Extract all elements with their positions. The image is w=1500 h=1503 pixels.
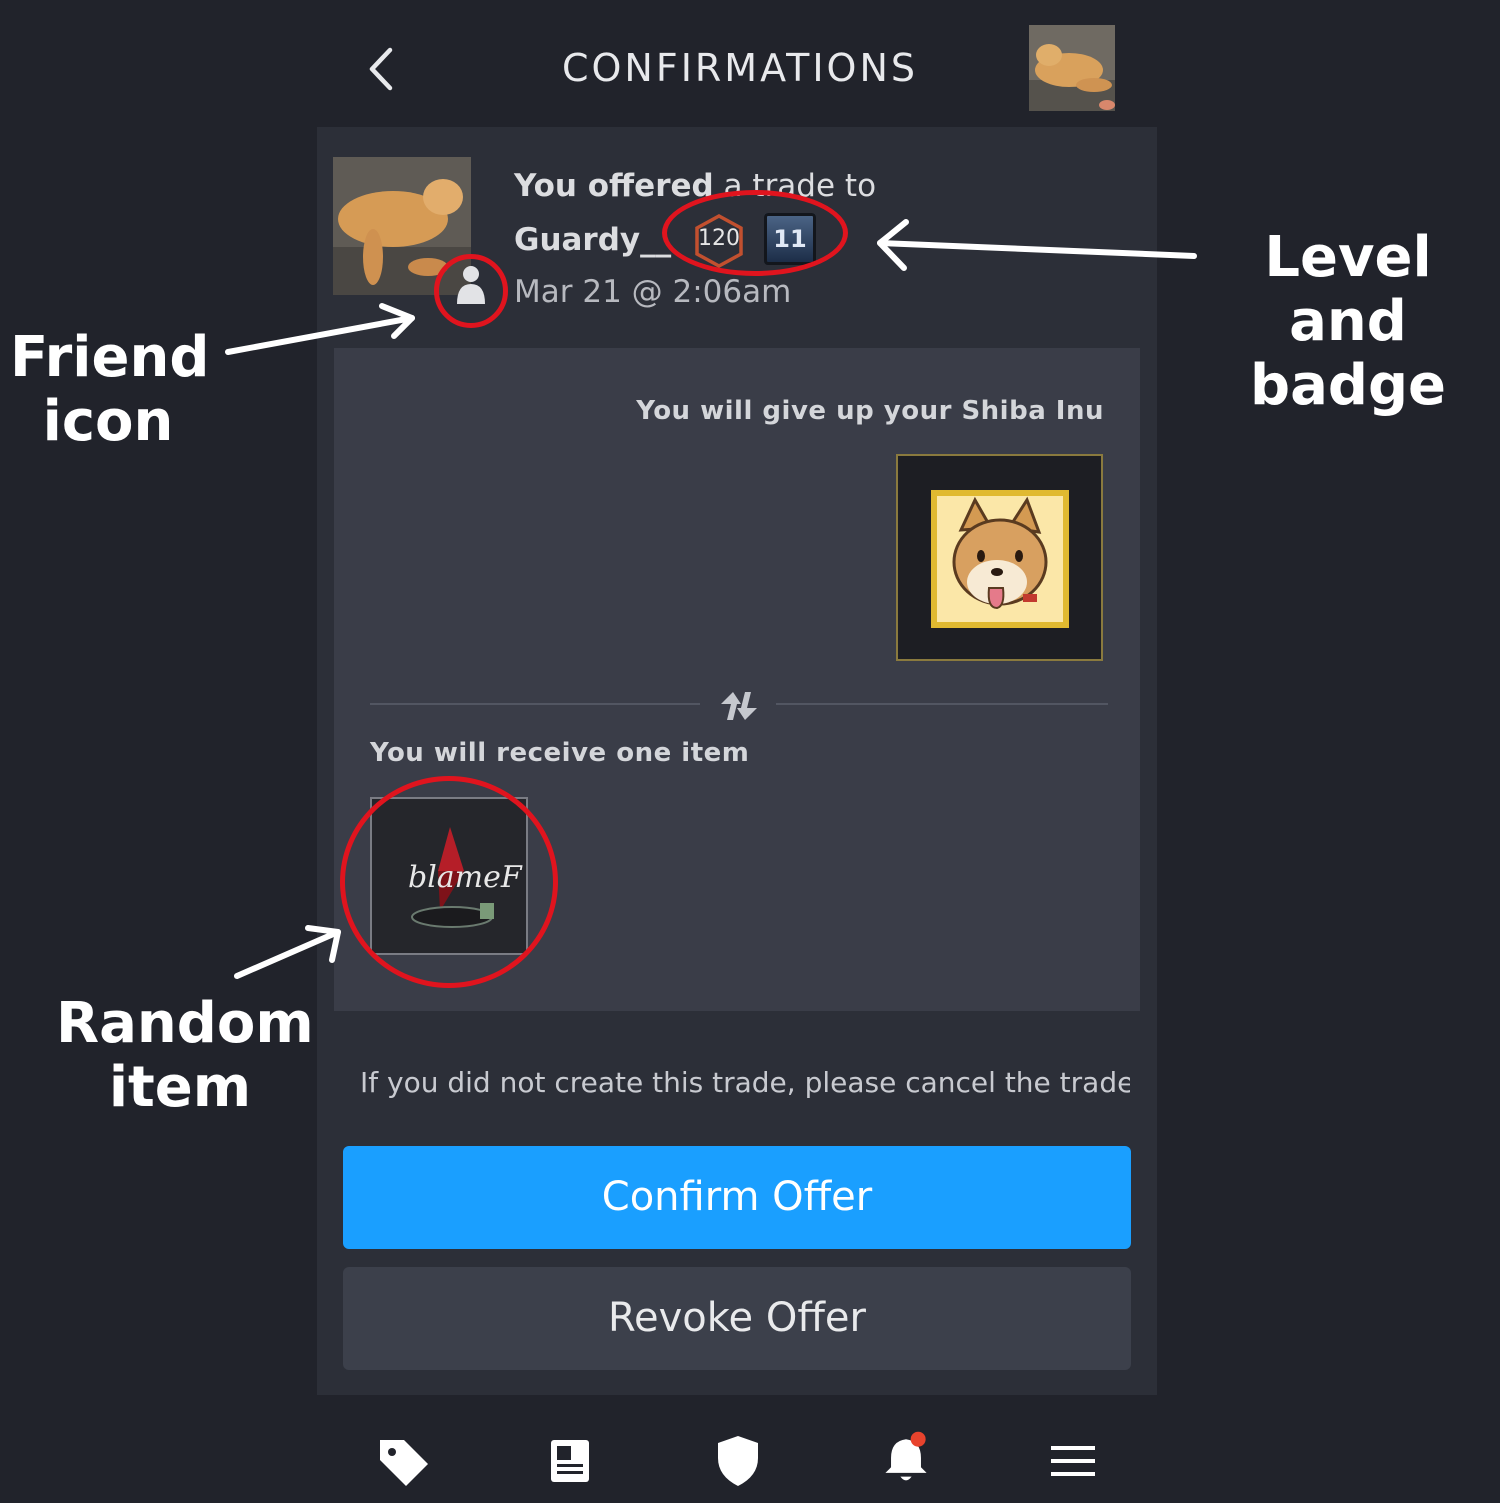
receive-label: You will receive one item (370, 738, 750, 768)
shield-icon[interactable] (708, 1432, 768, 1490)
bell-icon[interactable] (876, 1428, 936, 1486)
news-icon[interactable] (540, 1432, 600, 1490)
offer-summary: You offered a trade to (514, 168, 877, 204)
friend-icon-annotation: Friend icon (10, 325, 210, 454)
divider-left (370, 703, 700, 705)
give-label: You will give up your Shiba Inu (636, 396, 1104, 426)
offer-timestamp: Mar 21 @ 2:06am (514, 274, 792, 310)
friend-icon-highlight (434, 254, 508, 328)
random-item-annotation: Random item (56, 991, 314, 1120)
swap-arrows-icon (721, 692, 757, 720)
confirm-offer-button[interactable]: Confirm Offer (343, 1146, 1131, 1249)
shiba-inu-item-icon (931, 490, 1069, 628)
divider-right (776, 703, 1108, 705)
profile-avatar[interactable] (1029, 25, 1115, 111)
back-chevron-icon[interactable] (362, 44, 402, 94)
revoke-offer-button[interactable]: Revoke Offer (343, 1267, 1131, 1370)
menu-icon[interactable] (1043, 1432, 1103, 1490)
security-warning: If you did not create this trade, please… (360, 1066, 1130, 1099)
level-badge-annotation: Level and badge (1249, 225, 1447, 418)
partner-username[interactable]: Guardy__ (514, 222, 671, 258)
random-item-highlight (340, 776, 558, 988)
tag-icon[interactable] (374, 1432, 434, 1490)
level-badge-highlight (662, 190, 848, 276)
page-title: CONFIRMATIONS (561, 46, 919, 90)
